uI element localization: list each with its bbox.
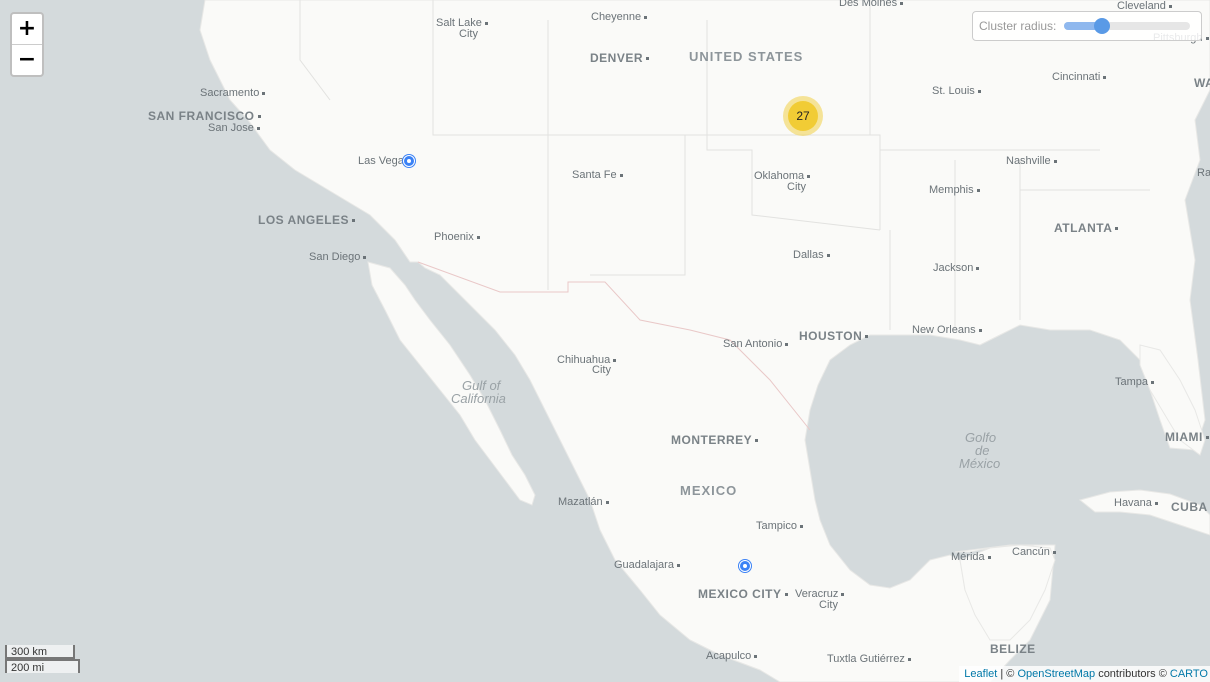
label-des-moines: Des Moines [839, 0, 903, 9]
label-veracruz-city: City [819, 599, 838, 611]
label-st-louis: St. Louis [932, 85, 981, 97]
label-atlanta: ATLANTA [1054, 222, 1118, 234]
land-north-america [199, 0, 1210, 682]
label-denver: DENVER [590, 52, 649, 64]
label-united-states: UNITED STATES [689, 49, 804, 64]
label-san-antonio: San Antonio [723, 338, 788, 350]
label-havana: Havana [1114, 497, 1158, 509]
label-miami: MIAMI [1165, 431, 1209, 443]
attribution-contributors: contributors © [1098, 668, 1167, 680]
zoom-in-button[interactable]: + [12, 14, 42, 45]
label-salt-lake-city: City [459, 28, 478, 40]
label-cincinnati: Cincinnati [1052, 71, 1106, 83]
scale-control: 300 km 200 mi [5, 645, 80, 674]
label-california-gulf: California [451, 391, 506, 406]
label-mexico: MEXICO [680, 483, 738, 498]
label-dallas: Dallas [793, 249, 830, 261]
label-cheyenne: Cheyenne [591, 11, 647, 23]
label-jackson: Jackson [933, 262, 979, 274]
carto-link[interactable]: CARTO [1170, 668, 1208, 680]
label-new-orleans: New Orleans [912, 324, 982, 336]
label-mexico-city: MEXICO CITY [698, 588, 788, 600]
cluster-radius-thumb[interactable] [1094, 18, 1111, 34]
label-ra: Ra [1197, 167, 1210, 179]
marker-central-mexico[interactable] [739, 560, 751, 572]
label-los-angeles: LOS ANGELES [258, 214, 355, 226]
label-memphis: Memphis [929, 184, 980, 196]
label-san-diego: San Diego [309, 251, 366, 263]
cluster-radius-label: Cluster radius: [979, 19, 1057, 33]
label-acapulco: Acapulco [706, 650, 757, 662]
label-sacramento: Sacramento [200, 87, 265, 99]
marker-las-vegas[interactable] [403, 155, 415, 167]
label-phoenix: Phoenix [434, 231, 480, 243]
basemap [199, 0, 1210, 682]
label-cuba: CUBA [1171, 500, 1208, 514]
label-mazatlan: Mazatlán [558, 496, 609, 508]
cluster-radius-slider[interactable] [1064, 18, 1191, 34]
label-santa-fe: Santa Fe [572, 169, 623, 181]
scale-mi: 200 mi [5, 659, 80, 674]
map-container[interactable]: Salt Lake City Cheyenne Des Moines Cleve… [0, 0, 1210, 682]
label-chihuahua-city: City [592, 364, 611, 376]
attribution-sep: | © [1000, 668, 1015, 680]
label-salt-lake-city-text: City [459, 28, 478, 40]
scale-km: 300 km [5, 645, 75, 659]
cluster-radius-control: Cluster radius: [972, 11, 1202, 41]
label-belize: BELIZE [990, 642, 1036, 656]
cluster-count: 27 [788, 101, 818, 131]
zoom-out-button[interactable]: − [12, 45, 42, 75]
label-cancun: Cancún [1012, 546, 1056, 558]
label-nashville: Nashville [1006, 155, 1057, 167]
label-tampa: Tampa [1115, 376, 1154, 388]
label-guadalajara: Guadalajara [614, 559, 680, 571]
openstreetmap-link[interactable]: OpenStreetMap [1017, 668, 1095, 680]
label-wa: WA [1194, 76, 1210, 90]
label-mexico-gulf: México [959, 456, 1001, 471]
label-tampico: Tampico [756, 520, 803, 532]
label-monterrey: MONTERREY [671, 434, 758, 446]
marker-cluster[interactable]: 27 [783, 96, 823, 136]
label-tuxtla-gutierrez: Tuxtla Gutiérrez [827, 653, 911, 665]
label-merida: Mérida [951, 551, 991, 563]
zoom-control: + − [10, 12, 44, 77]
label-houston: HOUSTON [799, 330, 868, 342]
attribution: Leaflet | © OpenStreetMap contributors ©… [959, 666, 1210, 682]
leaflet-link[interactable]: Leaflet [964, 668, 997, 680]
label-oklahoma-city: City [787, 181, 806, 193]
label-san-jose: San Jose [208, 122, 260, 134]
label-san-francisco: SAN FRANCISCO [148, 110, 261, 122]
